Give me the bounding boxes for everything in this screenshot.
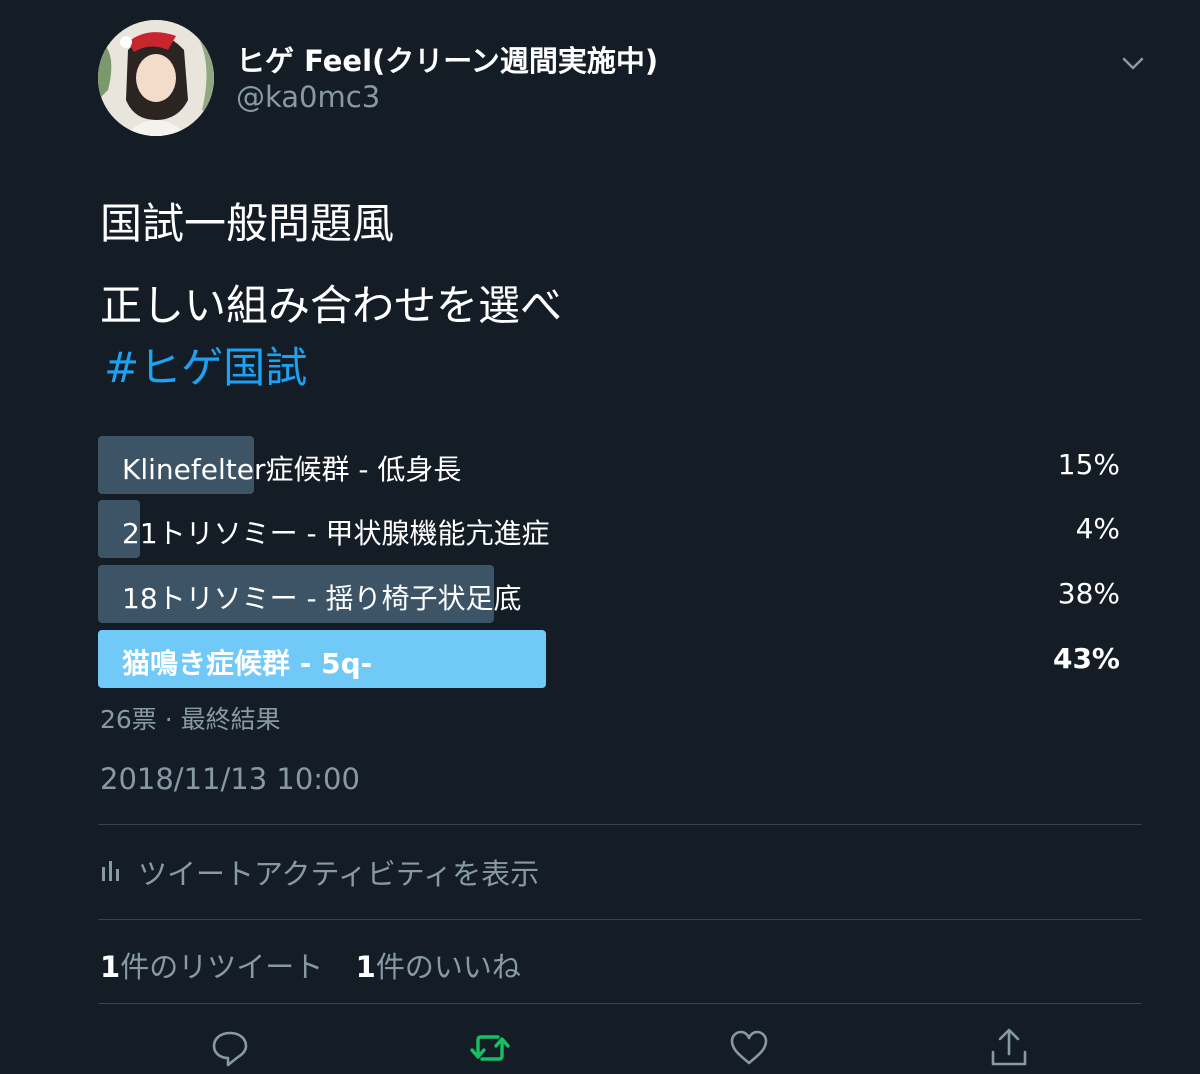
- poll-option-winner: 猫鳴き症候群 - 5q- 43%: [98, 630, 1140, 688]
- like-count: 1: [355, 950, 376, 984]
- poll-option-percent: 15%: [1057, 448, 1120, 481]
- divider: [98, 1003, 1142, 1004]
- tweet-text-line-1: 国試一般問題風: [100, 199, 395, 248]
- display-name[interactable]: ヒゲ Feel(クリーン週間実施中): [236, 38, 658, 80]
- poll-option-percent: 38%: [1057, 577, 1120, 610]
- poll-option-label: 猫鳴き症候群 - 5q-: [122, 647, 373, 680]
- tweet-activity-link[interactable]: ツイートアクティビティを表示: [100, 852, 539, 892]
- avatar[interactable]: [98, 20, 214, 136]
- poll-option: Klinefelter症候群 - 低身長 15%: [98, 436, 1140, 494]
- activity-chart-icon: [100, 857, 122, 887]
- hashtag-link[interactable]: #ヒゲ国試: [104, 334, 307, 395]
- poll-option: 18トリソミー - 揺り椅子状足底 38%: [98, 565, 1140, 623]
- activity-label: ツイートアクティビティを表示: [138, 857, 540, 891]
- like-label: 件のいいね: [375, 950, 521, 984]
- user-handle[interactable]: @ka0mc3: [236, 80, 380, 114]
- retweet-icon[interactable]: [468, 1026, 512, 1070]
- retweet-count: 1: [100, 950, 121, 984]
- engagement-stats: 1件のリツイート 1件のいいね: [100, 944, 521, 986]
- poll-option-percent: 43%: [1052, 642, 1120, 675]
- menu-chevron-icon[interactable]: [1118, 50, 1148, 76]
- poll-summary: 26票 · 最終結果: [100, 705, 281, 734]
- poll-option: 21トリソミー - 甲状腺機能亢進症 4%: [98, 500, 1140, 558]
- like-icon[interactable]: [727, 1026, 771, 1070]
- reply-icon[interactable]: [208, 1026, 252, 1070]
- retweet-label: 件のリツイート: [120, 950, 324, 984]
- divider: [98, 824, 1142, 825]
- share-icon[interactable]: [987, 1026, 1031, 1070]
- retweet-stat[interactable]: 1件のリツイート: [100, 950, 323, 984]
- poll-option-label: 18トリソミー - 揺り椅子状足底: [122, 582, 522, 615]
- poll-option-percent: 4%: [1075, 512, 1120, 545]
- poll-option-label: 21トリソミー - 甲状腺機能亢進症: [122, 517, 550, 550]
- poll-option-label: Klinefelter症候群 - 低身長: [122, 453, 462, 486]
- like-stat[interactable]: 1件のいいね: [356, 950, 521, 984]
- tweet-timestamp[interactable]: 2018/11/13 10:00: [100, 762, 360, 796]
- tweet-text-line-2: 正しい組み合わせを選べ: [100, 281, 563, 330]
- divider: [98, 919, 1142, 920]
